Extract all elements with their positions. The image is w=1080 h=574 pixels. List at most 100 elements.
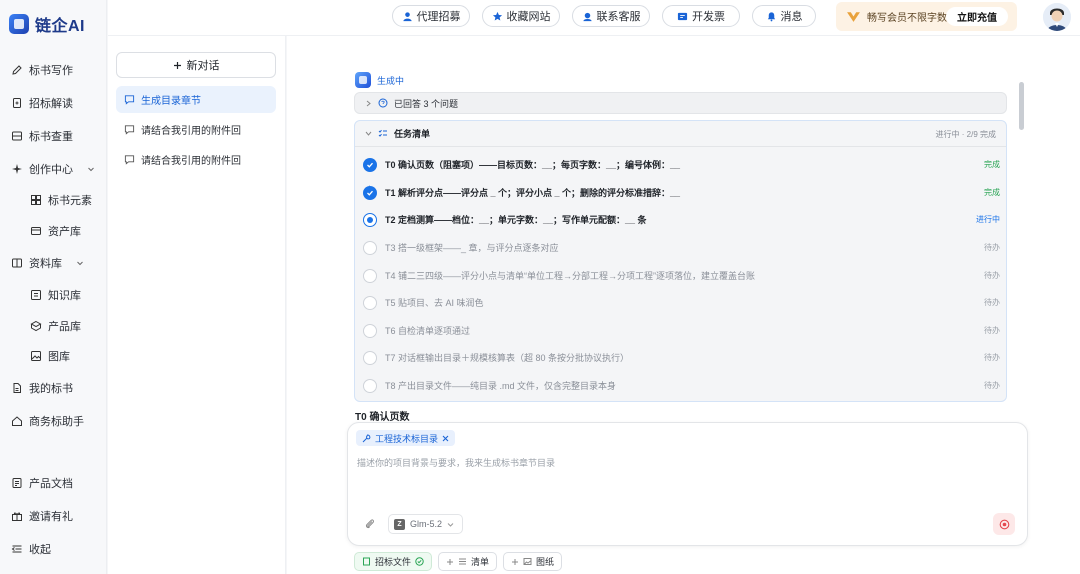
wrench-icon: [362, 433, 371, 442]
task-text: T5 贴项目、去 AI 味润色: [385, 298, 484, 308]
close-icon[interactable]: [442, 435, 449, 442]
user-avatar-icon: [1043, 3, 1071, 31]
vip-banner[interactable]: 畅写会员不限字数 立即充值: [836, 2, 1017, 31]
empty-circle-icon: [363, 378, 377, 393]
sidebar-item-label: 标书写作: [29, 65, 73, 77]
bid-file-chip[interactable]: 招标文件: [354, 552, 433, 571]
task-list-header[interactable]: 任务清单 进行中 · 2/9 完成: [355, 121, 1006, 147]
image-icon: [30, 350, 42, 362]
task-text: T8 产出目录文件——纯目录 .md 文件，仅含完整目录本身: [385, 381, 617, 391]
sidebar-item-label: 收起: [29, 544, 51, 556]
knowledge-icon: [30, 289, 42, 301]
user-tie-icon: [402, 11, 412, 21]
empty-circle-icon: [363, 350, 377, 365]
sidebar-item-asset-library[interactable]: 资产库: [30, 219, 81, 243]
logo-text: 链企AI: [35, 18, 86, 35]
checklist-icon: [378, 129, 387, 137]
app-logo[interactable]: 链企AI: [9, 12, 85, 36]
main-chat-area: 生成中 已回答 3 个问题 任务清单 进行中 · 2/9 完成 T0 确认页数（…: [287, 36, 1080, 574]
task-row[interactable]: T7 对话框输出目录＋规模核算表（超 80 条按分批协议执行） 待办: [363, 344, 1000, 371]
conversation-item[interactable]: 生成目录章节: [116, 86, 276, 113]
sidebar-item-label: 图库: [48, 351, 70, 363]
document-icon: [11, 97, 23, 109]
list-chip[interactable]: 清单: [438, 552, 498, 571]
box-icon: [30, 225, 42, 237]
sidebar-item-creation-center[interactable]: 创作中心: [11, 157, 95, 181]
task-row[interactable]: T3 搭一级框架——_ 章，与评分点逐条对应 待办: [363, 234, 1000, 261]
question-circle-icon: [378, 98, 388, 108]
task-row[interactable]: T2 定档测算——档位：__；单元字数：__；写作单元配额：__ 条 进行中: [363, 206, 1000, 233]
task-text: T7 对话框输出目录＋规模核算表（超 80 条按分批协议执行）: [385, 353, 630, 363]
avatar[interactable]: [1043, 3, 1071, 31]
task-status: 待办: [984, 353, 1000, 362]
chevron-down-icon: [447, 522, 454, 527]
conversation-item[interactable]: 请结合我引用的附件回: [116, 116, 276, 143]
invoice-icon: [677, 12, 688, 20]
plus-icon: [512, 558, 519, 565]
sidebar-item-bid-reading[interactable]: 招标解读: [11, 91, 73, 115]
sidebar-item-label: 我的标书: [29, 383, 73, 395]
sidebar-item-invite[interactable]: 邀请有礼: [11, 504, 73, 528]
briefcase-icon: [11, 415, 23, 427]
vip-crown-icon: [847, 12, 860, 22]
sidebar-item-gallery[interactable]: 图库: [30, 344, 70, 368]
task-row[interactable]: T6 自检清单逐项通过 待办: [363, 317, 1000, 344]
sidebar-item-product-library[interactable]: 产品库: [30, 314, 81, 338]
task-row[interactable]: T4 铺二三四级——评分小点与清单“单位工程→分部工程→分项工程”逐项落位，建立…: [363, 262, 1000, 289]
sidebar-item-bid-writing[interactable]: 标书写作: [11, 58, 73, 82]
chevron-down-icon[interactable]: [76, 259, 84, 267]
vip-text: 畅写会员不限字数: [867, 13, 947, 24]
bookmark-site-link[interactable]: 收藏网站: [482, 5, 560, 27]
book-icon: [11, 257, 23, 269]
task-text: T2 定档测算——档位：__；单元字数：__；写作单元配额：__ 条: [385, 215, 647, 225]
bell-icon: [767, 11, 775, 21]
stop-generation-button[interactable]: [993, 513, 1015, 535]
chevron-down-icon: [365, 131, 372, 136]
sidebar-item-label: 创作中心: [29, 164, 73, 176]
conversation-item[interactable]: 请结合我引用的附件回: [116, 146, 276, 173]
answered-questions-toggle[interactable]: 已回答 3 个问题: [354, 92, 1007, 114]
sidebar-item-label: 标书查重: [29, 131, 73, 143]
task-row[interactable]: T1 解析评分点——评分点 _ 个；评分小点 _ 个；删除的评分标准措辞：__ …: [363, 179, 1000, 206]
task-status: 待办: [984, 243, 1000, 252]
scrollbar[interactable]: [1019, 82, 1024, 130]
contact-support-link[interactable]: 联系客服: [572, 5, 650, 27]
sidebar-item-product-docs[interactable]: 产品文档: [11, 471, 73, 495]
empty-circle-icon: [363, 295, 377, 310]
sidebar-item-knowledge-base[interactable]: 知识库: [30, 283, 81, 307]
check-circle-icon: [363, 157, 377, 172]
messages-link[interactable]: 消息: [752, 5, 816, 27]
task-row[interactable]: T8 产出目录文件——纯目录 .md 文件，仅含完整目录本身 待办: [363, 372, 1000, 399]
sidebar-item-business-assistant[interactable]: 商务标助手: [11, 409, 84, 433]
sidebar-item-label: 资料库: [29, 258, 62, 270]
template-tag[interactable]: 工程技术标目录: [356, 430, 456, 446]
task-row[interactable]: T5 贴项目、去 AI 味润色 待办: [363, 289, 1000, 316]
sidebar-item-bid-elements[interactable]: 标书元素: [30, 188, 92, 212]
chat-bubble-icon: [124, 155, 135, 165]
stop-icon: [999, 519, 1009, 529]
sidebar-item-my-bids[interactable]: 我的标书: [11, 376, 73, 400]
task-text: T6 自检清单逐项通过: [385, 326, 471, 336]
agent-recruit-link[interactable]: 代理招募: [392, 5, 470, 27]
chevron-down-icon[interactable]: [87, 165, 95, 173]
grid-icon: [30, 194, 42, 206]
empty-circle-icon: [363, 240, 377, 255]
message-input[interactable]: 描述你的项目背景与要求，我来生成标书章节目录: [357, 456, 555, 469]
sidebar-item-label: 资产库: [48, 226, 81, 238]
invoice-link[interactable]: 开发票: [662, 5, 740, 27]
model-selector[interactable]: Z Glm-5.2: [388, 514, 464, 534]
task-status: 待办: [984, 326, 1000, 335]
new-chat-button[interactable]: 新对话: [116, 52, 276, 78]
sidebar-item-label: 产品文档: [29, 478, 73, 490]
image-icon: [523, 558, 532, 565]
sidebar-item-resource-library[interactable]: 资料库: [11, 251, 84, 275]
drawings-chip[interactable]: 图纸: [503, 552, 563, 571]
gift-icon: [11, 510, 23, 522]
paperclip-icon[interactable]: [364, 518, 376, 530]
message-composer: 工程技术标目录 描述你的项目背景与要求，我来生成标书章节目录 Z Glm-5.2: [347, 422, 1028, 546]
sidebar-item-duplicate-check[interactable]: 标书查重: [11, 124, 73, 148]
recharge-button[interactable]: 立即充值: [946, 7, 1008, 26]
sidebar-collapse-button[interactable]: 收起: [11, 537, 51, 561]
sidebar-item-label: 邀请有礼: [29, 511, 73, 523]
task-row[interactable]: T0 确认页数（阻塞项）——目标页数：__；每页字数：__；编号体例：__ 完成: [363, 151, 1000, 178]
